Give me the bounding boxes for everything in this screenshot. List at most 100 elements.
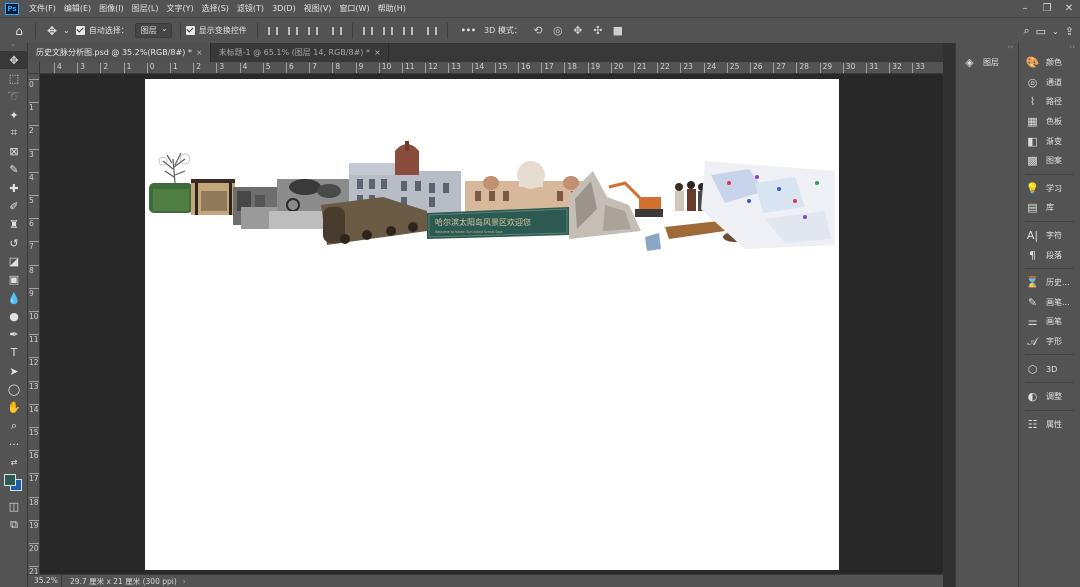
ruler-tick-label: 29 — [819, 63, 832, 73]
zoom-tool-icon[interactable]: ⌕ — [0, 417, 28, 435]
search-icon[interactable]: ⌕ — [1024, 24, 1030, 38]
close-tab-icon[interactable]: × — [196, 48, 203, 57]
3d-pan-icon[interactable]: ✥ — [568, 21, 588, 41]
crop-tool-icon[interactable]: ⌗ — [0, 124, 28, 142]
workspace-chevron-icon[interactable]: ⌄ — [1052, 27, 1059, 36]
dodge-tool-icon[interactable]: ● — [0, 307, 28, 325]
panel-swatches[interactable]: ▦ 色板 — [1019, 112, 1080, 132]
panel-3d[interactable]: ⬡ 3D — [1019, 359, 1080, 379]
menu-edit[interactable]: 编辑(E) — [60, 3, 95, 14]
3d-roll-icon[interactable]: ◎ — [548, 21, 568, 41]
panel-color[interactable]: 🎨 颜色 — [1019, 53, 1080, 73]
edit-toolbar-icon[interactable]: ··· — [0, 435, 28, 453]
panel-paragraph[interactable]: ¶ 段落 — [1019, 245, 1080, 265]
panel-glyphs[interactable]: 𝒜 字形 — [1019, 332, 1080, 352]
align-center-icon[interactable] — [283, 21, 303, 41]
collapse-dock-icon[interactable]: ›› — [1019, 43, 1080, 53]
frame-tool-icon[interactable]: ⊠ — [0, 142, 28, 160]
ruler-origin[interactable] — [28, 62, 40, 74]
brush-tool-icon[interactable]: ✐ — [0, 197, 28, 215]
quick-mask-icon[interactable]: ◫ — [0, 498, 28, 516]
history-brush-tool-icon[interactable]: ↺ — [0, 234, 28, 252]
menu-window[interactable]: 窗口(W) — [335, 3, 373, 14]
vertical-ruler[interactable]: 0 1 2 3 4 5 6 7 8 9 10 11 12 13 14 15 16 17 18 19 20 21 — [28, 74, 40, 574]
show-transform-checkbox[interactable] — [185, 26, 195, 35]
home-icon[interactable]: ⌂ — [8, 20, 30, 42]
align-top-icon[interactable] — [358, 21, 378, 41]
auto-select-checkbox[interactable] — [75, 26, 85, 35]
align-bottom-icon[interactable] — [398, 21, 418, 41]
panel-layers[interactable]: ◈ 图层 — [956, 53, 1018, 73]
eyedropper-tool-icon[interactable]: ✎ — [0, 161, 28, 179]
type-tool-icon[interactable]: T — [0, 344, 28, 362]
panel-brush-settings[interactable]: ✎ 画笔... — [1019, 293, 1080, 313]
pen-tool-icon[interactable]: ✒ — [0, 325, 28, 343]
collapse-dock-icon[interactable]: ‹‹ — [956, 43, 1018, 53]
foreground-color-swatch[interactable] — [4, 473, 16, 486]
panel-libraries[interactable]: ▤ 库 — [1019, 198, 1080, 218]
more-options-button[interactable]: ••• — [461, 26, 476, 35]
eraser-tool-icon[interactable]: ◪ — [0, 252, 28, 270]
horizontal-ruler[interactable]: 4 3 2 1 0 1 2 3 4 5 6 7 8 9 10 11 12 13 14 15 16 17 18 19 20 21 22… — [40, 62, 943, 74]
3d-mode-label: 3D 模式： — [484, 26, 522, 35]
auto-select-dropdown[interactable]: 图层 — [134, 22, 172, 38]
close-icon[interactable]: ✕ — [1058, 0, 1080, 17]
zoom-level-field[interactable]: 35.2% — [28, 574, 62, 587]
tab-document-2[interactable]: 未标题-1 @ 65.1% (图层 14, RGB/8#) * × — [211, 43, 389, 62]
move-tool-icon[interactable]: ✥ — [41, 20, 63, 42]
close-tab-icon[interactable]: × — [374, 48, 381, 57]
hand-tool-icon[interactable]: ✋ — [0, 399, 28, 417]
panel-channels[interactable]: ◎ 通道 — [1019, 73, 1080, 93]
toolbar-collapse-icon[interactable]: » — [0, 43, 27, 51]
align-middle-icon[interactable] — [378, 21, 398, 41]
menu-select[interactable]: 选择(S) — [198, 3, 233, 14]
healing-brush-tool-icon[interactable]: ✚ — [0, 179, 28, 197]
share-icon[interactable]: ⇪ — [1065, 25, 1074, 38]
distribute-icon[interactable] — [327, 21, 347, 41]
align-left-icon[interactable] — [263, 21, 283, 41]
panel-adjustments[interactable]: ◐ 调整 — [1019, 387, 1080, 407]
lasso-tool-icon[interactable]: ➰ — [0, 88, 28, 106]
3d-slide-icon[interactable]: ✣ — [588, 21, 608, 41]
panel-properties[interactable]: ☷ 属性 — [1019, 415, 1080, 435]
marquee-tool-icon[interactable]: ⬚ — [0, 69, 28, 87]
move-tool-icon[interactable]: ✥ — [0, 51, 28, 70]
screen-mode-icon[interactable]: ⧉ — [0, 516, 28, 534]
path-selection-tool-icon[interactable]: ➤ — [0, 362, 28, 380]
panel-paths[interactable]: ⌇ 路径 — [1019, 92, 1080, 112]
menu-view[interactable]: 视图(V) — [300, 3, 336, 14]
panel-character[interactable]: A| 字符 — [1019, 226, 1080, 246]
history-icon: ⌛ — [1025, 276, 1040, 290]
swap-colors-icon[interactable]: ⇄ — [0, 454, 28, 472]
menu-help[interactable]: 帮助(H) — [374, 3, 410, 14]
panel-patterns[interactable]: ▩ 图案 — [1019, 151, 1080, 171]
restore-icon[interactable]: ❐ — [1036, 0, 1058, 17]
panel-learn[interactable]: 💡 学习 — [1019, 179, 1080, 199]
menu-type[interactable]: 文字(Y) — [162, 3, 197, 14]
document-canvas[interactable]: 哈尔滨太阳岛风景区欢迎您 Welcome to Harbin Sun Islan… — [145, 79, 839, 570]
panel-gradients[interactable]: ◧ 渐变 — [1019, 131, 1080, 151]
tool-preset-chevron-icon[interactable]: ⌄ — [63, 26, 70, 35]
canvas-area[interactable]: 哈尔滨太阳岛风景区欢迎您 Welcome to Harbin Sun Islan… — [40, 74, 943, 574]
menu-filter[interactable]: 滤镜(T) — [233, 3, 268, 14]
3d-orbit-icon[interactable]: ⟲ — [528, 21, 548, 41]
tab-document-1[interactable]: 历史文脉分析图.psd @ 35.2%(RGB/8#) * × — [28, 43, 211, 62]
minimize-icon[interactable]: – — [1014, 0, 1036, 17]
menu-layer[interactable]: 图层(L) — [128, 3, 163, 14]
align-right-icon[interactable] — [303, 21, 323, 41]
menu-file[interactable]: 文件(F) — [25, 3, 60, 14]
menu-image[interactable]: 图像(I) — [95, 3, 128, 14]
panel-history[interactable]: ⌛ 历史... — [1019, 273, 1080, 293]
magic-wand-tool-icon[interactable]: ✦ — [0, 106, 28, 124]
gradient-tool-icon[interactable]: ▣ — [0, 271, 28, 289]
3d-scale-icon[interactable]: ■ — [608, 21, 628, 41]
clone-stamp-tool-icon[interactable]: ♜ — [0, 216, 28, 234]
panel-brushes[interactable]: ⚌ 画笔 — [1019, 312, 1080, 332]
menu-3d[interactable]: 3D(D) — [268, 4, 300, 13]
blur-tool-icon[interactable]: 💧 — [0, 289, 28, 307]
color-swatches[interactable] — [0, 472, 27, 494]
distribute-vertical-icon[interactable] — [422, 21, 442, 41]
ellipse-tool-icon[interactable]: ◯ — [0, 380, 28, 398]
status-menu-chevron-icon[interactable]: › — [183, 577, 186, 586]
workspace-icon[interactable]: ▭ — [1036, 25, 1046, 38]
